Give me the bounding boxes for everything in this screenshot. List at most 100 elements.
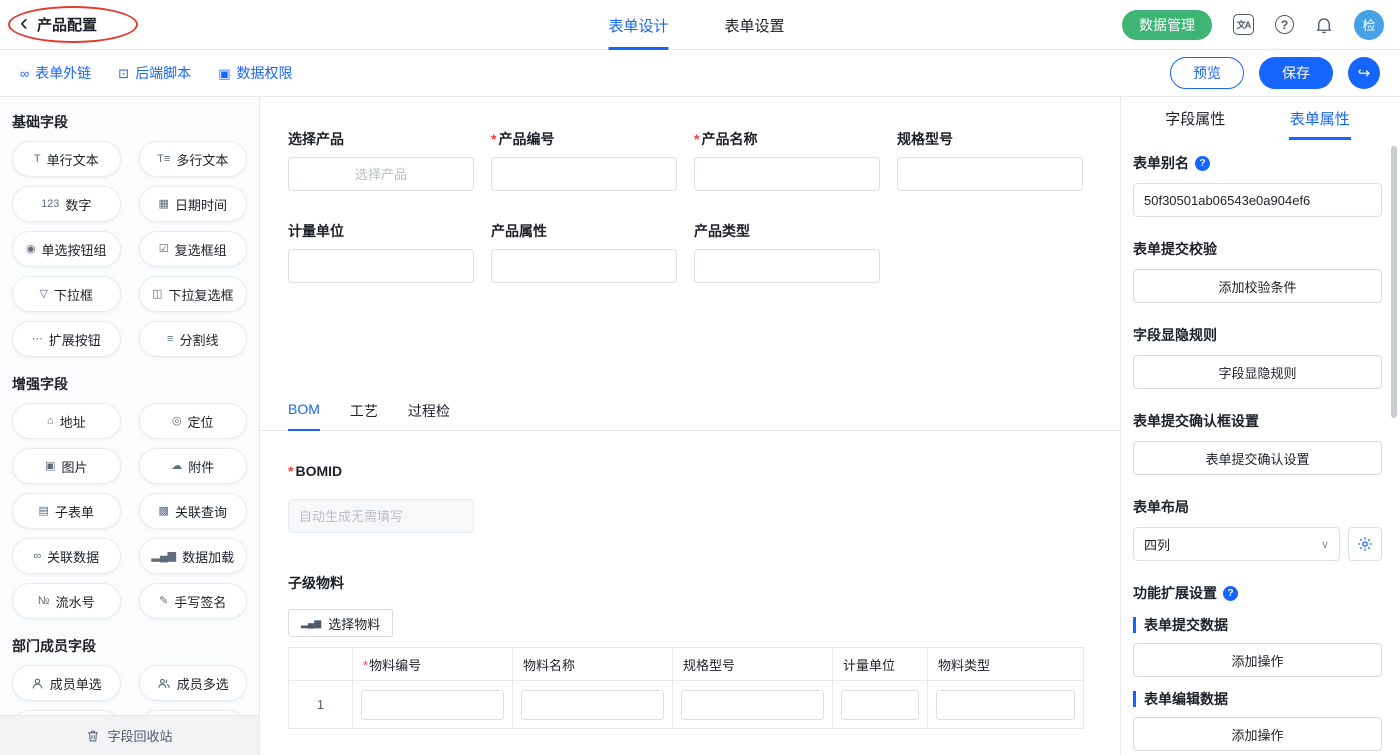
col-unit: 计量单位 [833,648,928,681]
scrollbar-thumb[interactable] [1391,146,1397,418]
field-item-dropdown-multi[interactable]: ◫ 下拉复选框 [139,276,248,312]
field-item-member-single[interactable]: 成员单选 [12,665,121,701]
multi-line-text-icon: T≡ [157,154,170,165]
select-product-field[interactable]: 选择产品 [288,129,474,191]
col-material-type: 物料类型 [928,648,1084,681]
spec-model-field[interactable]: 规格型号 [897,129,1083,191]
product-attr-input[interactable] [491,249,677,283]
enhanced-fields-grid: ⌂ 地址 ◎ 定位 ▣ 图片 ☁ 附件 ▤ 子表单 ▩ 关联查询 [12,403,247,619]
visibility-rules-button[interactable]: 字段显隐规则 [1133,355,1382,389]
data-permission-button[interactable]: ▣ 数据权限 [218,63,292,83]
field-item-single-line-text[interactable]: T 单行文本 [12,141,121,177]
material-code-input[interactable] [361,690,504,720]
field-item-attachment[interactable]: ☁ 附件 [139,448,248,484]
product-type-input[interactable] [694,249,880,283]
attachment-icon: ☁ [171,461,182,472]
tab-form-properties[interactable]: 表单属性 [1258,97,1383,140]
field-item-multi-line-text[interactable]: T≡ 多行文本 [139,141,248,177]
preview-button[interactable]: 预览 [1170,57,1244,89]
data-load-icon: ▂▄▆ [151,551,176,562]
backend-script-button[interactable]: ⊡ 后端脚本 [118,63,191,83]
image-icon: ▣ [45,461,55,472]
signature-icon: ✎ [159,596,168,607]
trash-icon [86,729,100,743]
product-type-field[interactable]: 产品类型 [694,221,880,283]
layout-row: 四列 ∨ [1133,527,1382,561]
avatar[interactable]: 检 [1354,10,1384,40]
location-icon: ◎ [172,416,182,427]
address-icon: ⌂ [47,416,54,427]
help-icon[interactable]: ? [1275,15,1294,34]
toolbar-actions: 预览 保存 ↪ [1170,57,1380,89]
share-button[interactable]: ↪ [1348,57,1380,89]
tab-bom[interactable]: BOM [288,401,320,430]
confirm-settings-button[interactable]: 表单提交确认设置 [1133,441,1382,475]
product-name-input[interactable] [694,157,880,191]
material-name-input[interactable] [521,690,664,720]
field-item-radio-group[interactable]: ◉ 单选按钮组 [12,231,121,267]
bomid-input[interactable] [288,499,474,533]
field-item-dropdown[interactable]: ▽ 下拉框 [12,276,121,312]
spec-model-input[interactable] [897,157,1083,191]
tab-process-inspection[interactable]: 过程检 [408,401,450,430]
select-product-input[interactable] [288,157,474,191]
unit-cell-input[interactable] [841,690,919,720]
tab-form-settings[interactable]: 表单设置 [724,0,784,50]
field-item-data-load[interactable]: ▂▄▆ 数据加载 [139,538,248,574]
product-code-input[interactable] [491,157,677,191]
product-code-field[interactable]: 产品编号 [491,129,677,191]
field-item-extend-button[interactable]: ⋯ 扩展按钮 [12,321,121,357]
form-fields-grid: 选择产品 产品编号 产品名称 规格型号 计量单位 产品属性 [288,129,1120,283]
add-validation-button[interactable]: 添加校验条件 [1133,269,1382,303]
field-item-serial-number[interactable]: № 流水号 [12,583,121,619]
field-item-related-query[interactable]: ▩ 关联查询 [139,493,248,529]
edit-data-title: 表单编辑数据 [1133,691,1382,707]
submit-add-operation-button[interactable]: 添加操作 [1133,643,1382,677]
field-item-subform[interactable]: ▤ 子表单 [12,493,121,529]
layout-select[interactable]: 四列 ∨ [1133,527,1340,561]
field-item-datetime[interactable]: ▦ 日期时间 [139,186,248,222]
bomid-label: BOMID [288,463,1120,483]
layout-gear-button[interactable] [1348,527,1382,561]
bell-icon[interactable] [1315,16,1333,34]
field-item-location[interactable]: ◎ 定位 [139,403,248,439]
translate-icon[interactable]: 文A [1233,14,1254,35]
data-manage-button[interactable]: 数据管理 [1122,10,1212,40]
tab-process[interactable]: 工艺 [350,401,378,430]
tab-field-properties[interactable]: 字段属性 [1133,97,1258,140]
select-material-button[interactable]: ▂▄▆ 选择物料 [288,609,393,637]
spec-model-cell-input[interactable] [681,690,824,720]
member-multi-icon [157,677,171,690]
field-item-related-data[interactable]: ∞ 关联数据 [12,538,121,574]
field-item-divider[interactable]: ≡ 分割线 [139,321,248,357]
external-link-button[interactable]: ∞ 表单外链 [20,63,91,83]
edit-add-operation-button[interactable]: 添加操作 [1133,717,1382,751]
field-item-member-multi[interactable]: 成员多选 [139,665,248,701]
field-item-checkbox-group[interactable]: ☑ 复选框组 [139,231,248,267]
field-item-signature[interactable]: ✎ 手写签名 [139,583,248,619]
external-link-icon: ∞ [20,67,29,80]
field-item-image[interactable]: ▣ 图片 [12,448,121,484]
field-recycle-bin[interactable]: 字段回收站 [0,715,259,755]
visibility-title: 字段显隐规则 [1133,325,1382,345]
save-button[interactable]: 保存 [1259,57,1333,89]
field-item-number[interactable]: 123 数字 [12,186,121,222]
form-alias-input[interactable] [1133,183,1382,217]
col-material-code: 物料编号 [353,648,513,681]
product-attr-field[interactable]: 产品属性 [491,221,677,283]
question-circle-icon[interactable]: ? [1223,586,1238,601]
unit-input[interactable] [288,249,474,283]
product-name-field[interactable]: 产品名称 [694,129,880,191]
unit-field[interactable]: 计量单位 [288,221,474,283]
validation-title: 表单提交校验 [1133,239,1382,259]
back-button[interactable]: ‹ 产品配置 [20,14,97,35]
question-circle-icon[interactable]: ? [1195,156,1210,171]
tab-form-design[interactable]: 表单设计 [608,0,668,50]
section-title-enhanced-fields: 增强字段 [12,375,247,393]
gear-icon [1357,536,1373,552]
field-item-address[interactable]: ⌂ 地址 [12,403,121,439]
material-type-input[interactable] [936,690,1075,720]
backend-script-icon: ⊡ [118,67,129,80]
header-actions: 数据管理 文A ? 检 [1122,10,1384,40]
serial-number-icon: № [38,596,50,607]
